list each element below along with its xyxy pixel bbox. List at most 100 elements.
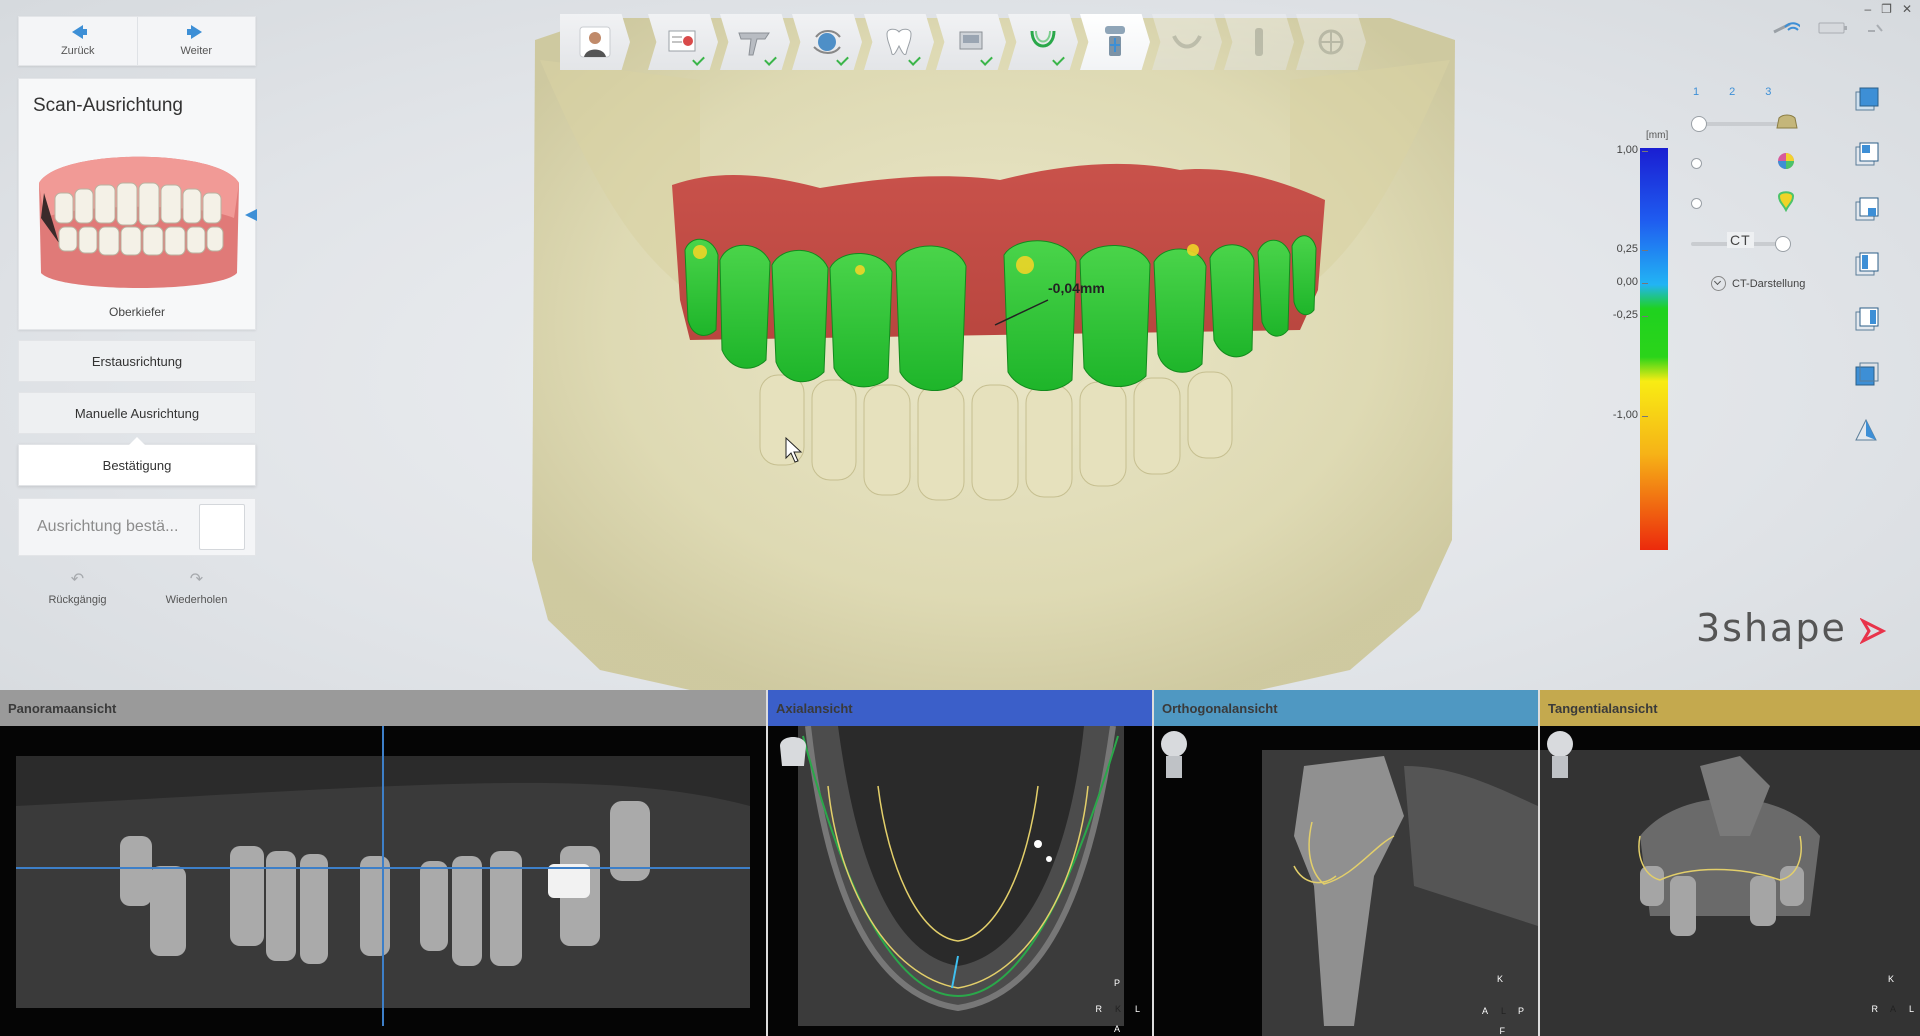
redo-icon: ↷ bbox=[189, 571, 204, 588]
wifi-icon bbox=[1773, 22, 1800, 34]
option-tab-3[interactable]: 3 bbox=[1765, 86, 1771, 98]
arrow-left-icon bbox=[72, 25, 88, 39]
app-window: -0,04mm Zurück Weiter Scan-Ausrichtung O… bbox=[0, 0, 1920, 1036]
axial-view-title: Axialansicht bbox=[776, 700, 853, 716]
orientation-head-icon[interactable] bbox=[1154, 726, 1194, 786]
step-manual-alignment[interactable]: Manuelle Ausrichtung bbox=[18, 392, 256, 434]
color-mode-radio[interactable] bbox=[1691, 198, 1702, 209]
orientation-head-icon[interactable] bbox=[1540, 726, 1580, 786]
export-icon bbox=[1318, 29, 1344, 55]
left-panel: Zurück Weiter Scan-Ausrichtung Oberkiefe… bbox=[18, 16, 257, 612]
scale-gradient-bar bbox=[1640, 148, 1668, 550]
brand-logo-mark-icon bbox=[1860, 618, 1886, 644]
arrow-right-icon bbox=[186, 25, 202, 39]
view-bottom-icon[interactable] bbox=[1852, 196, 1880, 224]
axial-view-header: Axialansicht bbox=[768, 690, 1152, 726]
panorama-view-header: Panoramaansicht bbox=[0, 690, 766, 726]
status-icons bbox=[1760, 20, 1884, 36]
option-tab-2[interactable]: 2 bbox=[1729, 86, 1735, 98]
orientation-label: K bbox=[1114, 1004, 1121, 1014]
redo-button[interactable]: ↷ Wiederholen bbox=[137, 566, 256, 612]
undo-redo-bar: ↶ Rückgängig ↷ Wiederholen bbox=[18, 566, 256, 612]
maximize-button[interactable]: ❐ bbox=[1881, 2, 1892, 16]
option-tab-1[interactable]: 1 bbox=[1693, 86, 1699, 98]
color-mode-radio[interactable] bbox=[1691, 158, 1702, 169]
tangential-view-image[interactable]: K R A L bbox=[1540, 726, 1920, 1036]
axial-view[interactable]: Axialansicht P R K L A bbox=[768, 690, 1154, 1036]
orthogonal-view-title: Orthogonalansicht bbox=[1162, 700, 1278, 716]
ct-display-toggle[interactable]: CT-Darstellung bbox=[1711, 276, 1805, 291]
orientation-label: P bbox=[1113, 978, 1120, 988]
workflow-step-guide[interactable] bbox=[1152, 14, 1222, 70]
close-button[interactable]: ✕ bbox=[1902, 2, 1912, 16]
sleeve-icon bbox=[1255, 28, 1263, 56]
workflow-step-export[interactable] bbox=[1296, 14, 1366, 70]
3d-viewport[interactable]: -0,04mm Zurück Weiter Scan-Ausrichtung O… bbox=[0, 0, 1920, 690]
implant-planning-icon bbox=[1105, 26, 1125, 56]
color-tooth-icon[interactable] bbox=[1777, 190, 1795, 212]
orthogonal-view-image[interactable]: K A L P F bbox=[1154, 726, 1538, 1036]
tangential-view[interactable]: Tangentialansicht K R A L bbox=[1540, 690, 1920, 1036]
color-wheel-icon[interactable] bbox=[1777, 152, 1795, 170]
slider-knob[interactable] bbox=[1775, 236, 1791, 252]
view-back-icon[interactable] bbox=[1852, 361, 1880, 389]
workflow-step-ct-import[interactable] bbox=[720, 14, 790, 70]
workflow-step-sleeve[interactable] bbox=[1224, 14, 1294, 70]
panorama-view-image[interactable] bbox=[0, 726, 766, 1036]
view-perspective-icon[interactable] bbox=[1852, 416, 1880, 444]
workflow-step-nerve[interactable] bbox=[1008, 14, 1078, 70]
upper-jaw-thumbnail[interactable] bbox=[19, 123, 257, 303]
confirm-alignment-checkbox[interactable] bbox=[199, 504, 245, 550]
orthogonal-view[interactable]: Orthogonalansicht K A L P F bbox=[1154, 690, 1540, 1036]
step-confirmation[interactable]: Bestätigung bbox=[18, 437, 256, 486]
minimize-button[interactable]: – bbox=[1864, 2, 1871, 16]
scale-tick: -1,00 bbox=[1612, 409, 1649, 421]
orthogonal-view-header: Orthogonalansicht bbox=[1154, 690, 1538, 726]
panorama-view-title: Panoramaansicht bbox=[8, 700, 117, 716]
orientation-label: F bbox=[1499, 1026, 1506, 1036]
back-button[interactable]: Zurück bbox=[19, 17, 137, 65]
workflow-step-monitor[interactable] bbox=[936, 14, 1006, 70]
next-button[interactable]: Weiter bbox=[136, 17, 256, 65]
scan-alignment-card: Scan-Ausrichtung Oberkiefer bbox=[18, 78, 257, 330]
scale-tick: 1,00 bbox=[1616, 144, 1649, 156]
ct-display-label: CT-Darstellung bbox=[1732, 277, 1806, 290]
orientation-label: K bbox=[1887, 974, 1894, 984]
orientation-label: A bbox=[1113, 1024, 1120, 1034]
scale-tick: 0,25 bbox=[1616, 243, 1649, 255]
scan-import-icon bbox=[813, 30, 841, 54]
workflow-toolbar bbox=[560, 14, 1366, 70]
ct-views-strip: Panoramaansicht Axialansicht P R K L A O… bbox=[0, 690, 1920, 1036]
jaw-label: Oberkiefer bbox=[108, 305, 166, 319]
view-front-icon[interactable] bbox=[1852, 86, 1880, 114]
workflow-step-scan-import[interactable] bbox=[792, 14, 862, 70]
next-label: Weiter bbox=[180, 45, 213, 57]
bone-model-icon[interactable] bbox=[1775, 114, 1799, 130]
axial-view-image[interactable]: P R K L A bbox=[768, 726, 1152, 1036]
view-right-icon[interactable] bbox=[1852, 306, 1880, 334]
guide-design-icon bbox=[1172, 35, 1202, 49]
orientation-label: L bbox=[1500, 1006, 1506, 1016]
scale-tick: 0,00 bbox=[1616, 276, 1649, 288]
step-initial-alignment[interactable]: Erstausrichtung bbox=[18, 340, 256, 382]
battery-icon bbox=[1818, 22, 1847, 34]
display-options-panel: 1 2 3 CT CT-Darstellung bbox=[1675, 86, 1845, 306]
view-tools bbox=[1852, 86, 1886, 471]
undo-button[interactable]: ↶ Rückgängig bbox=[18, 566, 137, 612]
view-left-icon[interactable] bbox=[1852, 251, 1880, 279]
workflow-step-implant[interactable] bbox=[1080, 14, 1150, 70]
workflow-step-tooth[interactable] bbox=[864, 14, 934, 70]
redo-label: Wiederholen bbox=[165, 594, 228, 606]
ct-label: CT bbox=[1727, 232, 1754, 248]
panorama-view[interactable]: Panoramaansicht bbox=[0, 690, 768, 1036]
workflow-step-patient[interactable] bbox=[560, 14, 630, 70]
slider-knob[interactable] bbox=[1691, 116, 1707, 132]
orientation-label: P bbox=[1517, 1006, 1524, 1016]
panel-title: Scan-Ausrichtung bbox=[33, 95, 183, 116]
orientation-cube-icon[interactable] bbox=[768, 726, 818, 788]
chevron-down-icon bbox=[1711, 276, 1726, 291]
view-top-icon[interactable] bbox=[1852, 141, 1880, 169]
scale-tick: -0,25 bbox=[1612, 309, 1649, 321]
workflow-step-order[interactable] bbox=[648, 14, 718, 70]
undo-icon: ↶ bbox=[70, 571, 85, 588]
